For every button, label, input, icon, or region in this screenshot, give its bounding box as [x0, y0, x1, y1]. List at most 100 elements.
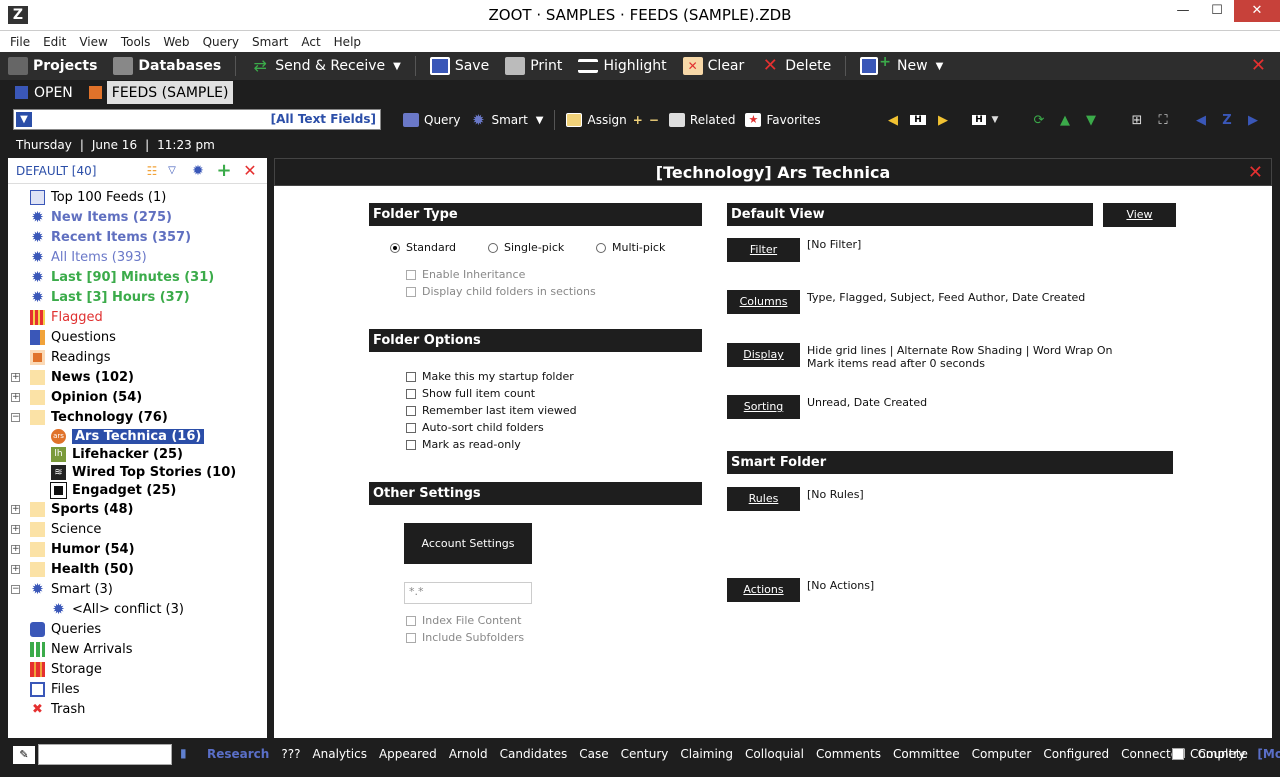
- keyword-item[interactable]: Century: [621, 747, 669, 761]
- chevron-down-icon[interactable]: ▽: [163, 162, 181, 180]
- collapse-icon[interactable]: −: [11, 412, 20, 422]
- collapse-icon[interactable]: −: [11, 584, 20, 594]
- keyword-item[interactable]: Arnold: [449, 747, 488, 761]
- enable-inheritance-checkbox[interactable]: Enable Inheritance: [406, 268, 525, 281]
- keyword-item[interactable]: Analytics: [312, 747, 367, 761]
- tree-item-all-items[interactable]: ✹ All Items (393): [8, 247, 267, 267]
- rules-button[interactable]: Rules: [727, 487, 800, 511]
- close-panel-icon[interactable]: ✕: [1248, 159, 1263, 187]
- remember-last-item-checkbox[interactable]: Remember last item viewed: [406, 404, 577, 417]
- heading-icon[interactable]: H: [910, 115, 926, 125]
- refresh-icon[interactable]: ⟳: [1030, 113, 1048, 128]
- auto-sort-checkbox[interactable]: Auto-sort child folders: [406, 421, 544, 434]
- tree-item-new-items[interactable]: ✹ New Items (275): [8, 207, 267, 227]
- tree-item-ars-technica[interactable]: ars Ars Technica (16): [8, 427, 267, 445]
- tree-item-recent-items[interactable]: ✹ Recent Items (357): [8, 227, 267, 247]
- move-down-icon[interactable]: ▼: [1082, 113, 1100, 128]
- heading-menu-icon[interactable]: H: [972, 115, 986, 125]
- menu-view[interactable]: View: [79, 35, 107, 49]
- related-button[interactable]: Related: [664, 106, 741, 134]
- tree-item-lifehacker[interactable]: lh Lifehacker (25): [8, 445, 267, 463]
- startup-folder-checkbox[interactable]: Make this my startup folder: [406, 370, 574, 383]
- more-keywords-link[interactable]: [More]: [1257, 747, 1280, 761]
- menu-tools[interactable]: Tools: [121, 35, 151, 49]
- tree-item-sports[interactable]: + Sports (48): [8, 499, 267, 519]
- menu-file[interactable]: File: [10, 35, 30, 49]
- keyword-item[interactable]: Candidates: [500, 747, 568, 761]
- file-pattern-input[interactable]: *.*: [404, 582, 532, 604]
- expand-icon[interactable]: +: [11, 392, 20, 402]
- keyword-item[interactable]: Claiming: [680, 747, 733, 761]
- assign-minus-icon[interactable]: −: [649, 113, 659, 127]
- menu-edit[interactable]: Edit: [43, 35, 66, 49]
- tree-item-health[interactable]: + Health (50): [8, 559, 267, 579]
- tree-item-top100[interactable]: Top 100 Feeds (1): [8, 187, 267, 207]
- pin-icon[interactable]: ▮: [180, 746, 187, 760]
- display-button[interactable]: Display: [727, 343, 800, 367]
- tree-item-storage[interactable]: Storage: [8, 659, 267, 679]
- tree-header-label[interactable]: DEFAULT [40]: [16, 164, 96, 178]
- tree-item-all-conflict[interactable]: ✹ <All> conflict (3): [8, 599, 267, 619]
- keyword-item[interactable]: Comments: [816, 747, 881, 761]
- keyword-item[interactable]: ???: [281, 747, 300, 761]
- keyword-item[interactable]: Colloquial: [745, 747, 804, 761]
- tab-open[interactable]: OPEN: [10, 81, 78, 104]
- search-scope-label[interactable]: [All Text Fields]: [271, 112, 376, 126]
- assign-plus-icon[interactable]: +: [633, 113, 643, 127]
- expand-icon[interactable]: +: [11, 544, 20, 554]
- print-button[interactable]: Print: [497, 52, 570, 80]
- index-file-content-checkbox[interactable]: Index File Content: [406, 614, 521, 627]
- close-window-button[interactable]: ✕: [1234, 0, 1280, 22]
- include-subfolders-checkbox[interactable]: Include Subfolders: [406, 631, 524, 644]
- tree-item-wired[interactable]: ≋ Wired Top Stories (10): [8, 463, 267, 481]
- favorites-button[interactable]: ★ Favorites: [740, 106, 825, 134]
- close-toolbar-icon[interactable]: ✕: [1251, 55, 1266, 76]
- expand-icon[interactable]: +: [11, 564, 20, 574]
- tree-item-queries[interactable]: Queries: [8, 619, 267, 639]
- tree-item-news[interactable]: + News (102): [8, 367, 267, 387]
- tree-item-opinion[interactable]: + Opinion (54): [8, 387, 267, 407]
- tree-item-questions[interactable]: Questions: [8, 327, 267, 347]
- tree-item-humor[interactable]: + Humor (54): [8, 539, 267, 559]
- tree-item-last-3-hours[interactable]: ✹ Last [3] Hours (37): [8, 287, 267, 307]
- menu-act[interactable]: Act: [301, 35, 320, 49]
- radio-standard[interactable]: Standard: [390, 241, 456, 254]
- tree-view-icon[interactable]: ☷: [143, 162, 161, 180]
- send-receive-button[interactable]: ⇄ Send & Receive ▼: [242, 52, 409, 80]
- forward-arrow-icon[interactable]: ▶: [1244, 113, 1262, 128]
- quick-entry-input[interactable]: [38, 744, 172, 765]
- projects-button[interactable]: Projects: [0, 52, 105, 80]
- filter-funnel-icon[interactable]: ▼: [16, 112, 32, 127]
- tree-item-last-90-minutes[interactable]: ✹ Last [90] Minutes (31): [8, 267, 267, 287]
- move-up-icon[interactable]: ▲: [1056, 113, 1074, 128]
- tree-item-flagged[interactable]: Flagged: [8, 307, 267, 327]
- delete-folder-icon[interactable]: ✕: [241, 162, 259, 180]
- tree-item-readings[interactable]: Readings: [8, 347, 267, 367]
- radio-multi-pick[interactable]: Multi-pick: [596, 241, 665, 254]
- keyword-item[interactable]: Committee: [893, 747, 960, 761]
- tab-feeds-sample[interactable]: FEEDS (SAMPLE): [106, 81, 234, 104]
- read-only-checkbox[interactable]: Mark as read-only: [406, 438, 521, 451]
- highlight-button[interactable]: Highlight: [570, 52, 674, 80]
- account-settings-button[interactable]: Account Settings: [404, 523, 532, 564]
- menu-web[interactable]: Web: [163, 35, 189, 49]
- next-arrow-icon[interactable]: ▶: [934, 113, 952, 128]
- save-button[interactable]: Save: [422, 52, 497, 80]
- keyword-item[interactable]: Computer: [972, 747, 1032, 761]
- actions-button[interactable]: Actions: [727, 578, 800, 602]
- new-button[interactable]: + New ▼: [852, 52, 951, 80]
- delete-button[interactable]: ✕ Delete: [752, 52, 839, 80]
- clear-button[interactable]: ✕ Clear: [675, 52, 753, 80]
- grid-view-icon[interactable]: ⊞: [1128, 113, 1146, 128]
- tree-item-science[interactable]: + Science: [8, 519, 267, 539]
- tree-item-smart[interactable]: − ✹ Smart (3): [8, 579, 267, 599]
- tree-item-files[interactable]: Files: [8, 679, 267, 699]
- expand-icon[interactable]: +: [11, 372, 20, 382]
- tree-item-technology[interactable]: − Technology (76): [8, 407, 267, 427]
- view-button[interactable]: View: [1103, 203, 1176, 227]
- menu-smart[interactable]: Smart: [252, 35, 288, 49]
- zoot-z-icon[interactable]: Z: [1218, 113, 1236, 128]
- keyword-item[interactable]: Case: [579, 747, 608, 761]
- keyword-item[interactable]: Appeared: [379, 747, 437, 761]
- radio-single-pick[interactable]: Single-pick: [488, 241, 564, 254]
